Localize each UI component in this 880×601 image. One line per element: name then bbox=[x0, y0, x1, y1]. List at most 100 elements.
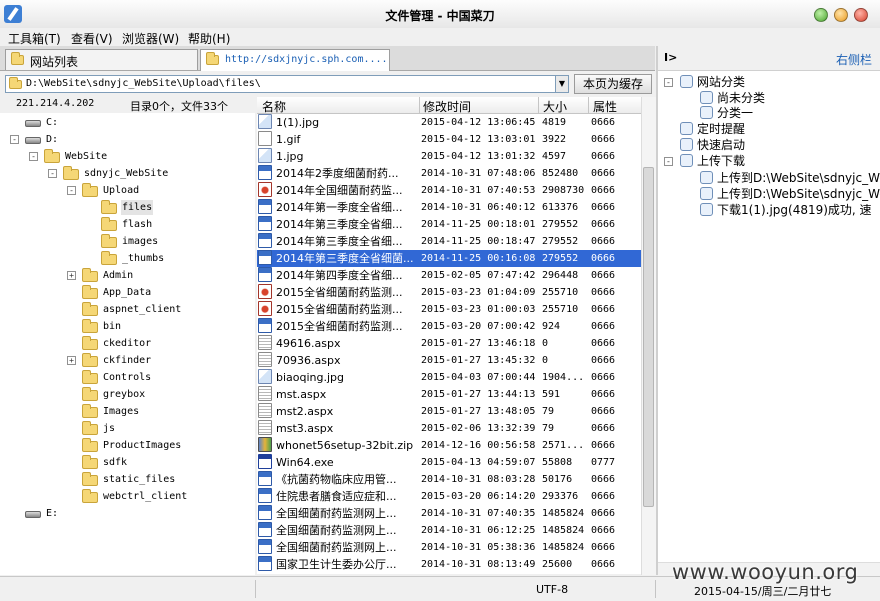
folder-icon bbox=[82, 336, 98, 350]
maximize-button[interactable] bbox=[834, 8, 848, 22]
file-row[interactable]: 2015全省细菌耐药监测... 2015-03-23 01:04:09 255710… bbox=[257, 284, 641, 301]
file-row[interactable]: 2014年2季度细菌耐药... 2014-10-31 07:48:06 852480… bbox=[257, 165, 641, 182]
file-modified-time: 2015-03-23 01:00:03 bbox=[421, 304, 536, 315]
right-panel-header: I> 右侧栏 bbox=[658, 46, 880, 71]
file-name: mst2.aspx bbox=[276, 405, 334, 418]
tree-node-label: static_files bbox=[103, 474, 176, 485]
file-row[interactable]: biaoqing.jpg 2015-04-03 07:00:44 1904... 06… bbox=[257, 369, 641, 386]
file-row[interactable]: whonet56setup-32bit.zip 2014-12-16 00:56:… bbox=[257, 437, 641, 454]
right-panel-item[interactable]: 分类一 bbox=[684, 105, 753, 121]
file-row[interactable]: 1.gif 2015-04-12 13:03:01 3922 0666 bbox=[257, 131, 641, 148]
minimize-button[interactable] bbox=[814, 8, 828, 22]
path-input[interactable]: D:\WebSite\sdnyjc_WebSite\Upload\files\ bbox=[5, 75, 569, 93]
file-name: 2014年第四季度全省细... bbox=[276, 269, 403, 282]
file-list-scrollbar[interactable] bbox=[641, 97, 656, 575]
column-attributes[interactable]: 属性 bbox=[593, 98, 617, 115]
file-row[interactable]: 2015全省细菌耐药监测... 2015-03-23 01:00:03 255710… bbox=[257, 301, 641, 318]
right-panel-item[interactable]: 下载1(1).jpg(4819)成功, 速 bbox=[684, 202, 872, 218]
file-name: 70936.aspx bbox=[276, 354, 341, 367]
collapse-icon[interactable]: - bbox=[29, 152, 38, 161]
file-row[interactable]: 2014年第三季度全省细... 2014-11-25 00:18:01 279552… bbox=[257, 216, 641, 233]
file-attributes: 0666 bbox=[591, 253, 616, 264]
file-row[interactable]: 2014年第四季度全省细... 2015-02-05 07:47:42 296448… bbox=[257, 267, 641, 284]
column-modified-time[interactable]: 修改时间 bbox=[423, 98, 471, 115]
file-size: 4819 bbox=[542, 117, 567, 128]
collapse-icon[interactable]: - bbox=[10, 135, 19, 144]
column-name[interactable]: 名称 bbox=[262, 98, 286, 115]
file-name: 2015全省细菌耐药监测... bbox=[276, 320, 403, 333]
file-attributes: 0666 bbox=[591, 355, 616, 366]
file-modified-time: 2014-11-25 00:18:01 bbox=[421, 219, 536, 230]
path-dropdown-button[interactable]: ▼ bbox=[555, 75, 569, 93]
expand-icon[interactable]: + bbox=[67, 271, 76, 280]
menu-help[interactable]: 帮助(H) bbox=[188, 30, 230, 47]
file-list-header: 名称 修改时间 大小 属性 bbox=[257, 97, 641, 114]
folder-icon bbox=[82, 387, 98, 401]
menu-tools[interactable]: 工具箱(T) bbox=[8, 30, 61, 47]
file-modified-time: 2014-10-31 08:03:28 bbox=[421, 474, 536, 485]
right-panel-item[interactable]: 定时提醒 bbox=[664, 121, 745, 137]
column-size[interactable]: 大小 bbox=[543, 98, 567, 115]
file-row[interactable]: mst.aspx 2015-01-27 13:44:13 591 0666 bbox=[257, 386, 641, 403]
scrollbar-thumb[interactable] bbox=[643, 167, 654, 507]
file-row[interactable]: 49616.aspx 2015-01-27 13:46:18 0 0666 bbox=[257, 335, 641, 352]
expand-icon[interactable]: + bbox=[67, 356, 76, 365]
collapse-icon[interactable]: - bbox=[664, 78, 673, 87]
category-icon bbox=[700, 91, 713, 104]
file-modified-time: 2014-10-31 07:48:06 bbox=[421, 168, 536, 179]
file-size: 79 bbox=[542, 406, 555, 417]
file-name: 2014年全国细菌耐药监... bbox=[276, 184, 403, 197]
status-encoding: UTF-8 bbox=[536, 583, 569, 596]
file-row[interactable]: 2014年第三季度全省细... 2014-11-25 00:18:47 279552… bbox=[257, 233, 641, 250]
cache-button[interactable]: 本页为缓存 bbox=[574, 74, 652, 94]
file-row[interactable]: 全国细菌耐药监测网上... 2014-10-31 06:12:25 1485824 0… bbox=[257, 522, 641, 539]
file-name: mst3.aspx bbox=[276, 422, 334, 435]
file-size: 924 bbox=[542, 321, 561, 332]
file-row[interactable]: 国家卫生计生委办公厅... 2014-10-31 08:13:49 25600 066… bbox=[257, 556, 641, 573]
file-name: biaoqing.jpg bbox=[276, 371, 345, 384]
right-panel-item[interactable]: 上传到D:\WebSite\sdnyjc_We bbox=[684, 170, 880, 186]
right-panel-item[interactable]: - 网站分类 bbox=[664, 74, 745, 90]
collapse-icon[interactable]: - bbox=[48, 169, 57, 178]
file-modified-time: 2015-02-05 07:47:42 bbox=[421, 270, 536, 281]
file-row[interactable]: 2014年第一季度全省细... 2014-10-31 06:40:12 613376… bbox=[257, 199, 641, 216]
tab-file-manager[interactable]: http://sdxjnyjc.sph.com.... bbox=[200, 49, 390, 71]
file-row[interactable]: mst2.aspx 2015-01-27 13:48:05 79 0666 bbox=[257, 403, 641, 420]
right-panel-item[interactable]: 尚未分类 bbox=[684, 90, 765, 106]
panel-toggle-icon[interactable]: I> bbox=[664, 51, 677, 64]
file-row[interactable]: 全国细菌耐药监测网上... 2014-10-31 05:38:36 1485824 0… bbox=[257, 539, 641, 556]
file-name: 2014年第一季度全省细... bbox=[276, 201, 403, 214]
file-row[interactable]: 2015全省细菌耐药监测... 2015-03-20 07:00:42 924 066… bbox=[257, 318, 641, 335]
pdf-file-icon bbox=[258, 284, 272, 299]
file-row[interactable]: 1(1).jpg 2015-04-12 13:06:45 4819 0666 bbox=[257, 114, 641, 131]
tree-node-label: js bbox=[103, 423, 116, 434]
word-file-icon bbox=[258, 165, 272, 180]
collapse-icon[interactable]: - bbox=[67, 186, 76, 195]
tab-site-list[interactable]: 网站列表 bbox=[5, 49, 198, 70]
file-list: 1(1).jpg 2015-04-12 13:06:45 4819 0666 1.gif… bbox=[257, 114, 641, 574]
file-row[interactable]: 70936.aspx 2015-01-27 13:45:32 0 0666 bbox=[257, 352, 641, 369]
file-row[interactable]: mst3.aspx 2015-02-06 13:32:39 79 0666 bbox=[257, 420, 641, 437]
file-size: 255710 bbox=[542, 287, 579, 298]
file-row[interactable]: 2014年第三季度全省细菌... 2014-11-25 00:16:08 27955… bbox=[257, 250, 641, 267]
right-panel-item-label: 网站分类 bbox=[697, 75, 746, 89]
menu-browser[interactable]: 浏览器(W) bbox=[122, 30, 179, 47]
right-panel-item[interactable]: 上传到D:\WebSite\sdnyjc_We bbox=[684, 186, 880, 202]
menu-view[interactable]: 查看(V) bbox=[71, 30, 113, 47]
right-panel-item[interactable]: - 上传下载 bbox=[664, 153, 745, 169]
file-attributes: 0666 bbox=[591, 168, 616, 179]
file-modified-time: 2015-01-27 13:45:32 bbox=[421, 355, 536, 366]
directory-summary: 目录0个，文件33个 bbox=[130, 100, 228, 113]
file-row[interactable]: 2014年全国细菌耐药监... 2014-10-31 07:40:53 290873… bbox=[257, 182, 641, 199]
close-button[interactable] bbox=[854, 8, 868, 22]
collapse-icon[interactable]: - bbox=[664, 157, 673, 166]
file-size: 79 bbox=[542, 423, 555, 434]
file-row[interactable]: 全国细菌耐药监测网上... 2014-10-31 07:40:35 1485824 0… bbox=[257, 505, 641, 522]
tree-node-label: App_Data bbox=[103, 287, 152, 298]
file-row[interactable]: Win64.exe 2015-04-13 04:59:07 55808 0777 bbox=[257, 454, 641, 471]
file-row[interactable]: 住院患者膳食适应症和... 2015-03-20 06:14:20 293376 06… bbox=[257, 488, 641, 505]
file-row[interactable]: 《抗菌药物临床应用管... 2014-10-31 08:03:28 50176 066… bbox=[257, 471, 641, 488]
right-panel-item[interactable]: 快速启动 bbox=[664, 137, 745, 153]
file-row[interactable]: 1.jpg 2015-04-12 13:01:32 4597 0666 bbox=[257, 148, 641, 165]
word-file-icon bbox=[258, 233, 272, 248]
